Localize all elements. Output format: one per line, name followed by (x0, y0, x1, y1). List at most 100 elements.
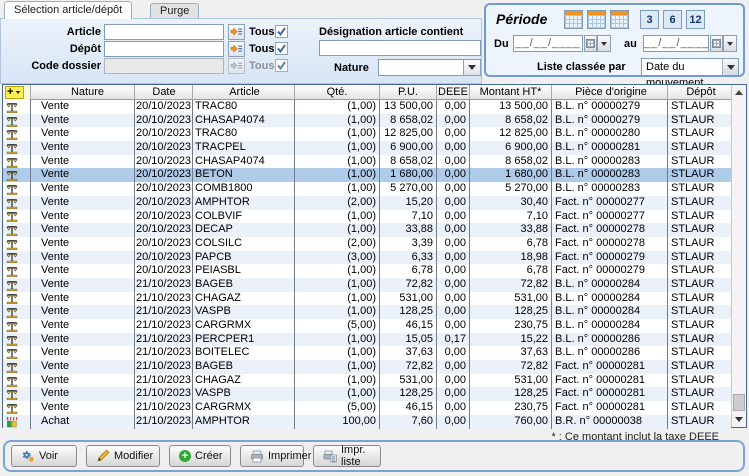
tab-purge[interactable]: Purge (150, 3, 199, 19)
nature-dropdown-button[interactable] (463, 59, 481, 76)
table-row[interactable]: Achat21/10/2023AMPHTOR100,007,600,00760,… (3, 415, 731, 429)
table-row[interactable]: Vente20/10/2023TRACPEL(1,00)6 900,000,00… (3, 141, 731, 155)
table-row[interactable]: Vente21/10/2023CHAGAZ(1,00)531,000,00531… (3, 292, 731, 306)
plus-icon: + (179, 449, 191, 463)
du-calendar-button[interactable] (584, 35, 597, 52)
cell-article: BETON (193, 168, 295, 182)
table-row[interactable]: Vente20/10/2023PEIASBL(1,00)6,780,006,78… (3, 264, 731, 278)
scroll-down-button[interactable] (732, 412, 746, 427)
cell-nature: Vente (31, 387, 135, 401)
cell-qte: (1,00) (295, 264, 380, 278)
cell-qte: (1,00) (295, 292, 380, 306)
cell-qte: (1,00) (295, 155, 380, 169)
cell-article: PEIASBL (193, 264, 295, 278)
au-date-input[interactable]: __/__/____ (643, 35, 709, 52)
article-lookup-button[interactable] (228, 24, 245, 40)
cell-depot: STLAUR (668, 292, 731, 306)
cell-pu: 46,15 (380, 319, 437, 333)
table-row[interactable]: Vente21/10/2023CARGRMX(5,00)46,150,00230… (3, 401, 731, 415)
table-row[interactable]: Vente21/10/2023CARGRMX(5,00)46,150,00230… (3, 319, 731, 333)
cell-pu: 531,00 (380, 292, 437, 306)
table-row[interactable]: Vente20/10/2023BETON(1,00)1 680,000,001 … (3, 168, 731, 182)
table-row[interactable]: Vente21/10/2023VASPB(1,00)128,250,00128,… (3, 387, 731, 401)
cell-pu: 72,82 (380, 278, 437, 292)
modifier-button[interactable]: Modifier (86, 445, 160, 467)
cell-piece: B.L. n° 00000280 (552, 127, 668, 141)
cell-montant: 7,10 (470, 210, 552, 224)
calendar-week-button[interactable] (587, 10, 606, 29)
col-header-article[interactable]: Article (193, 85, 295, 100)
depot-tous-checkbox[interactable] (275, 42, 288, 55)
table-row[interactable]: Vente20/10/2023COLSILC(2,00)3,390,006,78… (3, 237, 731, 251)
voir-button[interactable]: Voir (11, 445, 77, 467)
depot-lookup-button[interactable] (228, 41, 245, 57)
scroll-up-button[interactable] (732, 85, 746, 100)
table-row[interactable]: Vente21/10/2023BAGEB(1,00)72,820,0072,82… (3, 278, 731, 292)
period-3-months-button[interactable]: 3 (640, 10, 659, 29)
col-header-pu[interactable]: P.U. (380, 85, 437, 100)
scroll-thumb[interactable] (733, 394, 745, 411)
table-row[interactable]: Vente21/10/2023BOITELEC(1,00)37,630,0037… (3, 346, 731, 360)
chevron-down-icon (727, 42, 733, 46)
imprimer-button[interactable]: Imprimer (240, 445, 304, 467)
table-row[interactable]: Vente20/10/2023COLBVIF(1,00)7,100,007,10… (3, 210, 731, 224)
table-row[interactable]: Vente20/10/2023AMPHTOR(2,00)15,200,0030,… (3, 196, 731, 210)
col-header-deee[interactable]: DEEE (437, 85, 470, 100)
cell-piece: B.L. n° 00000283 (552, 155, 668, 169)
table-row[interactable]: Vente21/10/2023BAGEB(1,00)72,820,0072,82… (3, 360, 731, 374)
cell-piece: B.L. n° 00000286 (552, 333, 668, 347)
sort-select[interactable]: Date du mouvement (641, 58, 739, 76)
table-row[interactable]: Vente20/10/2023COMB1800(1,00)5 270,000,0… (3, 182, 731, 196)
col-header-qte[interactable]: Qté. (295, 85, 380, 100)
col-header-piece[interactable]: Pièce d'origine (552, 85, 668, 100)
table-row[interactable]: Vente20/10/2023TRAC80(1,00)13 500,000,00… (3, 100, 731, 114)
col-header-nature[interactable]: Nature (31, 85, 135, 100)
du-date-input[interactable]: __/__/____ (513, 35, 583, 52)
creer-button[interactable]: + Créer (169, 445, 231, 467)
table-row[interactable]: Vente20/10/2023CHASAP4074(1,00)8 658,020… (3, 114, 731, 128)
cell-depot: STLAUR (668, 237, 731, 251)
table-row[interactable]: Vente20/10/2023DECAP(1,00)33,880,0033,88… (3, 223, 731, 237)
cell-montant: 531,00 (470, 292, 552, 306)
cell-montant: 12 825,00 (470, 127, 552, 141)
designation-input[interactable] (319, 40, 481, 56)
table-header: + Nature Date Article Qté. P.U. DEEE Mon… (3, 85, 731, 100)
period-6-months-button[interactable]: 6 (663, 10, 682, 29)
table-row[interactable]: Vente20/10/2023CHASAP4074(1,00)8 658,020… (3, 155, 731, 169)
cell-article: TRACPEL (193, 141, 295, 155)
cell-depot: STLAUR (668, 387, 731, 401)
table-row[interactable]: Vente20/10/2023TRAC80(1,00)12 825,000,00… (3, 127, 731, 141)
article-input[interactable] (104, 24, 224, 40)
impr-liste-button[interactable]: Impr. liste (313, 445, 381, 467)
col-header-montant[interactable]: Montant HT* (470, 85, 552, 100)
column-chooser-button[interactable]: + (3, 85, 31, 100)
vertical-scrollbar[interactable] (731, 85, 746, 427)
period-12-months-button[interactable]: 12 (686, 10, 705, 29)
cell-nature: Vente (31, 114, 135, 128)
table-row[interactable]: Vente21/10/2023VASPB(1,00)128,250,00128,… (3, 305, 731, 319)
au-calendar-button[interactable] (710, 35, 723, 52)
cell-qte: (1,00) (295, 333, 380, 347)
table-row[interactable]: Vente21/10/2023CHAGAZ(1,00)531,000,00531… (3, 374, 731, 388)
table-row[interactable]: Vente20/10/2023PAPCB(3,00)6,330,0018,98F… (3, 251, 731, 265)
table-row[interactable]: Vente21/10/2023PERCPER1(1,00)15,050,1715… (3, 333, 731, 347)
article-tous-checkbox[interactable] (275, 25, 288, 38)
cell-pu: 6 900,00 (380, 141, 437, 155)
col-header-depot[interactable]: Dépôt (668, 85, 731, 100)
sort-dropdown-button[interactable] (722, 59, 738, 75)
depot-input[interactable] (104, 41, 224, 57)
cell-date: 21/10/2023 (135, 401, 193, 415)
cell-deee: 0,00 (437, 401, 470, 415)
calendar-day-button[interactable] (564, 10, 583, 29)
cell-deee: 0,00 (437, 319, 470, 333)
calendar-month-button[interactable] (610, 10, 629, 29)
cell-nature: Vente (31, 360, 135, 374)
col-header-date[interactable]: Date (135, 85, 193, 100)
cell-article: BOITELEC (193, 346, 295, 360)
tab-selection-article-depot[interactable]: Sélection article/dépôt (4, 1, 132, 19)
du-dropdown-button[interactable] (597, 35, 611, 52)
cell-depot: STLAUR (668, 196, 731, 210)
modifier-button-label: Modifier (114, 450, 153, 462)
purchase-movement-icon (3, 415, 31, 429)
au-dropdown-button[interactable] (723, 35, 737, 52)
